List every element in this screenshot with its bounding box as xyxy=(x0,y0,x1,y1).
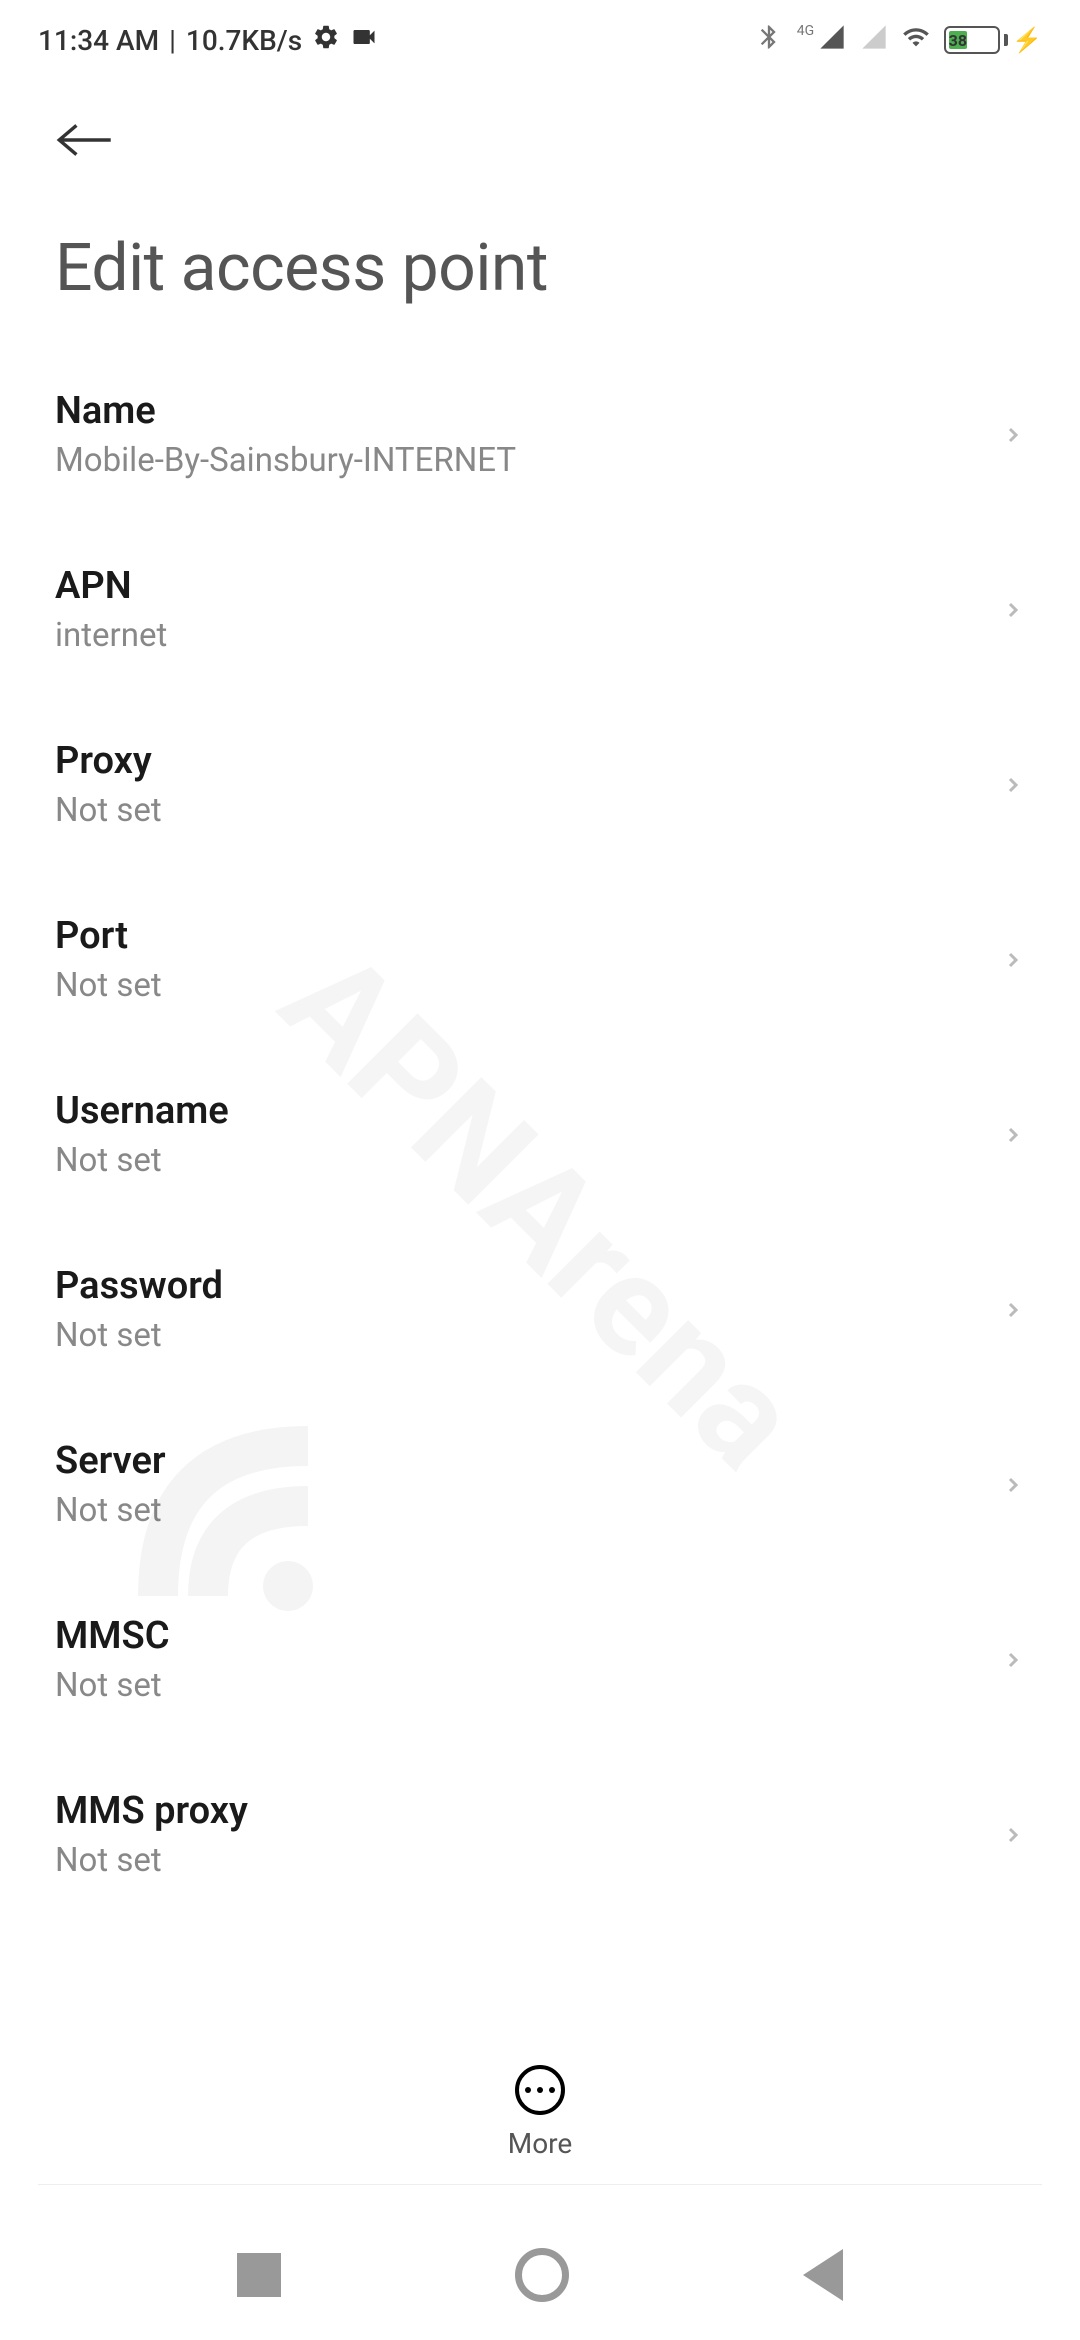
setting-username[interactable]: Username Not set xyxy=(55,1047,1025,1222)
signal-empty-icon xyxy=(860,23,888,58)
status-left: 11:34 AM | 10.7KB/s xyxy=(38,23,378,58)
setting-mmsc[interactable]: MMSC Not set xyxy=(55,1572,1025,1747)
setting-label: Proxy xyxy=(55,739,162,783)
setting-label: Name xyxy=(55,389,516,433)
chevron-right-icon xyxy=(1001,1648,1025,1672)
setting-apn[interactable]: APN internet xyxy=(55,522,1025,697)
charging-icon: ⚡ xyxy=(1012,26,1042,54)
setting-value: Not set xyxy=(55,1841,248,1880)
setting-value: Not set xyxy=(55,1666,170,1705)
setting-value: Not set xyxy=(55,1491,166,1530)
signal-full-icon xyxy=(818,23,846,58)
chevron-right-icon xyxy=(1001,948,1025,972)
chevron-right-icon xyxy=(1001,1823,1025,1847)
setting-port[interactable]: Port Not set xyxy=(55,872,1025,1047)
setting-server[interactable]: Server Not set xyxy=(55,1397,1025,1572)
bluetooth-icon xyxy=(755,23,783,58)
setting-label: Server xyxy=(55,1439,166,1483)
chevron-right-icon xyxy=(1001,598,1025,622)
setting-label: MMSC xyxy=(55,1614,170,1658)
setting-value: Mobile-By-Sainsbury-INTERNET xyxy=(55,441,516,480)
setting-name[interactable]: Name Mobile-By-Sainsbury-INTERNET xyxy=(55,347,1025,522)
battery-percent: 38 xyxy=(949,31,966,49)
status-data-rate: 10.7KB/s xyxy=(186,24,302,57)
setting-mms-proxy[interactable]: MMS proxy Not set xyxy=(55,1747,1025,1922)
setting-value: Not set xyxy=(55,966,162,1005)
back-button[interactable] xyxy=(55,110,115,170)
network-type-label: 4G xyxy=(797,23,814,39)
setting-label: Password xyxy=(55,1264,223,1308)
setting-value: Not set xyxy=(55,1316,223,1355)
setting-value: Not set xyxy=(55,1141,229,1180)
setting-proxy[interactable]: Proxy Not set xyxy=(55,697,1025,872)
chevron-right-icon xyxy=(1001,1473,1025,1497)
header: Edit access point xyxy=(0,80,1080,347)
status-bar: 11:34 AM | 10.7KB/s 4G 38 ⚡ xyxy=(0,0,1080,80)
status-right: 4G 38 ⚡ xyxy=(755,23,1042,58)
battery-indicator: 38 ⚡ xyxy=(944,26,1042,54)
wifi-icon xyxy=(902,23,930,58)
chevron-right-icon xyxy=(1001,1123,1025,1147)
page-title: Edit access point xyxy=(55,230,1025,307)
video-icon xyxy=(350,23,378,58)
status-time: 11:34 AM xyxy=(38,24,159,57)
setting-label: Username xyxy=(55,1089,229,1133)
setting-label: Port xyxy=(55,914,162,958)
settings-list: Name Mobile-By-Sainsbury-INTERNET APN in… xyxy=(0,347,1080,1922)
setting-label: MMS proxy xyxy=(55,1789,248,1833)
chevron-right-icon xyxy=(1001,1298,1025,1322)
chevron-right-icon xyxy=(1001,423,1025,447)
setting-value: Not set xyxy=(55,791,162,830)
setting-value: internet xyxy=(55,616,167,655)
gear-icon xyxy=(312,23,340,58)
setting-label: APN xyxy=(55,564,167,608)
back-arrow-icon xyxy=(55,120,115,160)
chevron-right-icon xyxy=(1001,773,1025,797)
setting-password[interactable]: Password Not set xyxy=(55,1222,1025,1397)
